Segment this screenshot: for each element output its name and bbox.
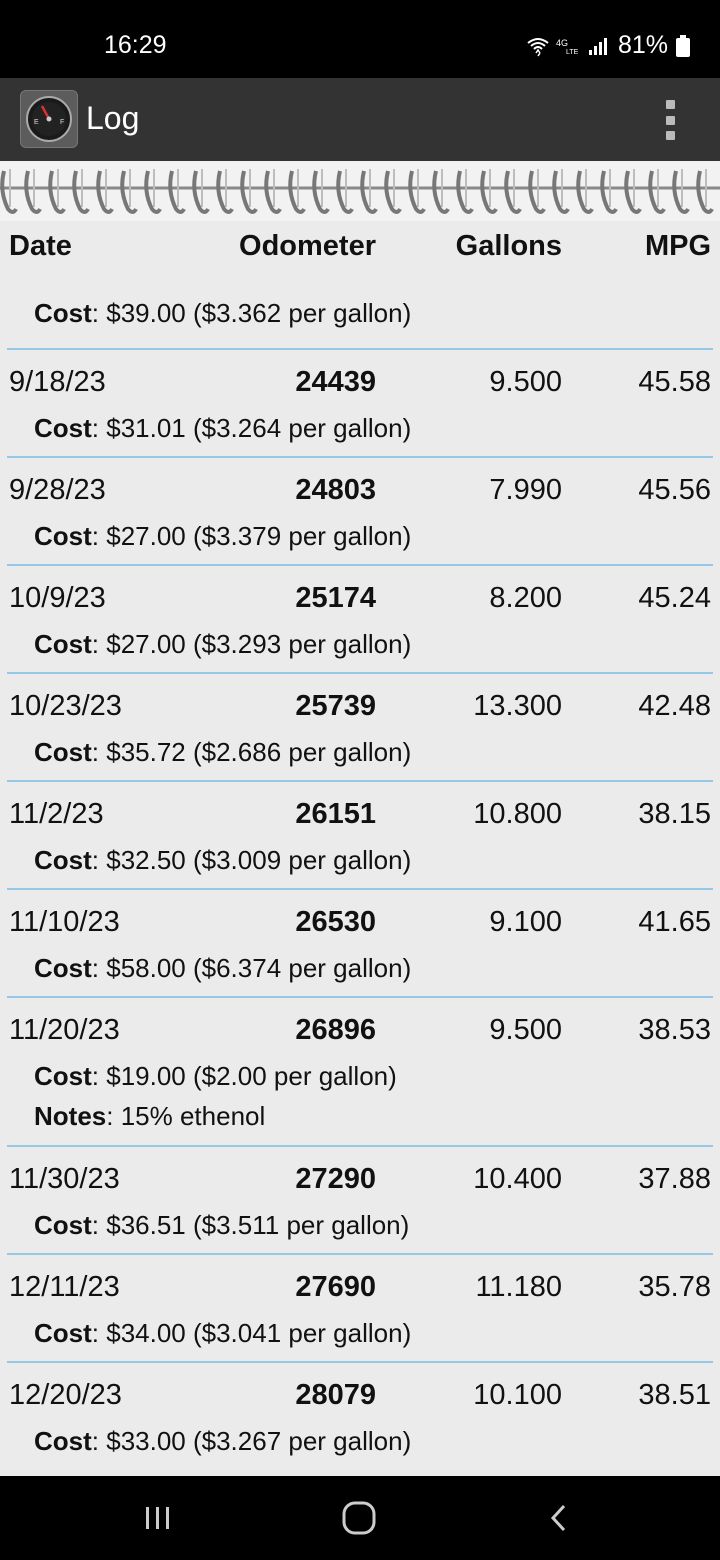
header-date: Date [9, 230, 72, 262]
app-title: Log [86, 100, 140, 136]
entry-cost: Cost: $31.01 ($3.264 per gallon) [34, 413, 412, 443]
entry-date: 10/9/23 [9, 582, 106, 614]
column-headers: Date Odometer Gallons MPG [0, 230, 720, 282]
status-bar: 16:29 4G LTE 81% [0, 0, 720, 78]
entry-cost: Cost: $58.00 ($6.374 per gallon) [34, 953, 412, 983]
entry-cost: Cost: $32.50 ($3.009 per gallon) [34, 845, 412, 875]
entry-gallons: 10.800 [473, 798, 562, 830]
entry-mpg: 42.48 [638, 690, 711, 722]
header-odometer: Odometer [239, 230, 376, 262]
entry-cost: Cost: $27.00 ($3.293 per gallon) [34, 629, 412, 659]
svg-text:LTE: LTE [566, 49, 579, 55]
svg-text:E: E [34, 119, 39, 126]
svg-text:F: F [60, 119, 64, 126]
entry-odometer: 25739 [295, 690, 376, 722]
back-icon[interactable] [530, 1498, 590, 1538]
entry-notes: Notes: 15% ethenol [34, 1101, 266, 1131]
status-right: 4G LTE 81% [526, 31, 690, 60]
entry-mpg: 38.51 [638, 1379, 711, 1411]
entry-mpg: 41.65 [638, 906, 711, 938]
entry-date: 11/30/23 [9, 1163, 120, 1195]
entry-cost: Cost: $36.51 ($3.511 per gallon) [34, 1210, 410, 1240]
battery-icon [676, 34, 690, 57]
fuel-gauge-icon: E F [20, 90, 78, 148]
status-icons: 4G LTE [526, 34, 610, 58]
cost-label: Cost [34, 298, 92, 328]
entry-odometer: 25174 [295, 582, 376, 614]
log-entry[interactable]: 11/2/23 26151 10.800 38.15 Cost: $32.50 … [7, 780, 713, 888]
entry-gallons: 10.100 [473, 1379, 562, 1411]
signal-icon [588, 37, 607, 55]
log-entry[interactable]: 11/30/23 27290 10.400 37.88 Cost: $36.51… [7, 1145, 713, 1253]
header-mpg: MPG [644, 230, 711, 262]
entry-date: 12/11/23 [9, 1271, 120, 1303]
entry-gallons: 10.400 [473, 1163, 562, 1195]
entry-gallons: 13.300 [473, 690, 562, 722]
entry-gallons: 8.200 [489, 582, 562, 614]
entry-mpg: 45.58 [638, 366, 711, 398]
more-vert-icon[interactable] [660, 100, 680, 140]
partial-entry-cost[interactable]: Cost: $39.00 ($3.362 per gallon) [34, 298, 411, 329]
entry-mpg: 35.78 [638, 1271, 711, 1303]
entry-date: 9/18/23 [9, 366, 106, 398]
entry-date: 11/10/23 [9, 906, 120, 938]
header-gallons: Gallons [455, 230, 562, 262]
log-entry[interactable]: 9/18/23 24439 9.500 45.58 Cost: $31.01 (… [7, 348, 713, 456]
entry-odometer: 26896 [295, 1014, 376, 1046]
notebook-spiral [0, 161, 720, 221]
entry-mpg: 45.56 [638, 474, 711, 506]
log-list: 9/18/23 24439 9.500 45.58 Cost: $31.01 (… [0, 348, 720, 1469]
log-entry[interactable]: 12/20/23 28079 10.100 38.51 Cost: $33.00… [7, 1361, 713, 1469]
entry-gallons: 9.500 [489, 1014, 562, 1046]
status-time: 16:29 [104, 31, 167, 59]
entry-odometer: 24803 [295, 474, 376, 506]
entry-date: 12/20/23 [9, 1379, 122, 1411]
wifi-icon [527, 37, 549, 56]
battery-percent: 81% [617, 31, 668, 59]
entry-odometer: 26530 [295, 906, 376, 938]
svg-text:4G: 4G [556, 38, 568, 48]
entry-odometer: 26151 [295, 798, 376, 830]
entry-mpg: 38.53 [638, 1014, 711, 1046]
entry-date: 11/20/23 [9, 1014, 120, 1046]
entry-gallons: 7.990 [489, 474, 562, 506]
entry-odometer: 24439 [295, 366, 376, 398]
entry-gallons: 9.100 [489, 906, 562, 938]
log-entry[interactable]: 9/28/23 24803 7.990 45.56 Cost: $27.00 (… [7, 456, 713, 564]
entry-cost: Cost: $27.00 ($3.379 per gallon) [34, 521, 412, 551]
entry-odometer: 28079 [295, 1379, 376, 1411]
entry-odometer: 27290 [295, 1163, 376, 1195]
entry-cost: Cost: $19.00 ($2.00 per gallon) [34, 1061, 397, 1091]
entry-gallons: 9.500 [489, 366, 562, 398]
entry-cost: Cost: $35.72 ($2.686 per gallon) [34, 737, 412, 767]
entry-date: 11/2/23 [9, 798, 104, 830]
entry-date: 9/28/23 [9, 474, 106, 506]
entry-gallons: 11.180 [475, 1271, 562, 1303]
entry-mpg: 38.15 [638, 798, 711, 830]
log-entry[interactable]: 11/20/23 26896 9.500 38.53 Cost: $19.00 … [7, 996, 713, 1145]
entry-cost: Cost: $34.00 ($3.041 per gallon) [34, 1318, 412, 1348]
log-entry[interactable]: 11/10/23 26530 9.100 41.65 Cost: $58.00 … [7, 888, 713, 996]
entry-odometer: 27690 [295, 1271, 376, 1303]
log-entry[interactable]: 12/11/23 27690 11.180 35.78 Cost: $34.00… [7, 1253, 713, 1361]
home-icon[interactable] [329, 1498, 389, 1538]
navigation-bar [0, 1476, 720, 1560]
entry-date: 10/23/23 [9, 690, 122, 722]
lte-icon: 4G LTE [556, 38, 579, 55]
entry-cost: Cost: $33.00 ($3.267 per gallon) [34, 1426, 412, 1456]
entry-mpg: 37.88 [638, 1163, 711, 1195]
entry-mpg: 45.24 [638, 582, 711, 614]
app-bar: E F Log [0, 78, 720, 161]
log-entry[interactable]: 10/23/23 25739 13.300 42.48 Cost: $35.72… [7, 672, 713, 780]
log-entry[interactable]: 10/9/23 25174 8.200 45.24 Cost: $27.00 (… [7, 564, 713, 672]
recent-apps-icon[interactable] [128, 1498, 188, 1538]
cost-value: : $39.00 ($3.362 per gallon) [91, 298, 412, 328]
